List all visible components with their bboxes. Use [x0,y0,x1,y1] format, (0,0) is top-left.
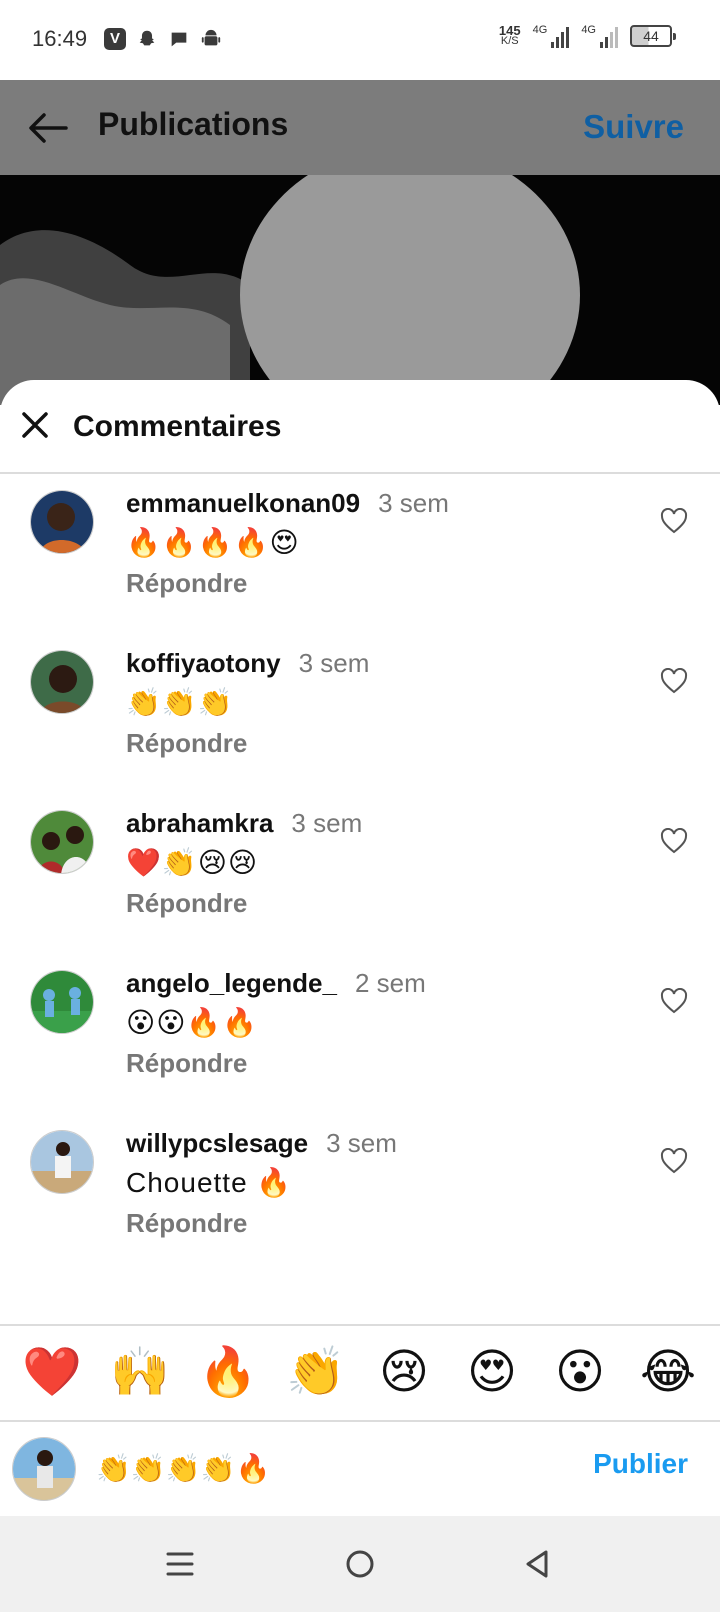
emoji-heart-eyes-button[interactable]: 😍 [460,1343,524,1403]
comment-username[interactable]: emmanuelkonan09 [126,488,360,518]
comment-item: willypcslesage 3 sem Chouette 🔥 Répondre [0,1128,720,1280]
comment-text: 🔥🔥🔥🔥😍 [126,527,300,558]
like-heart-icon[interactable] [660,1148,688,1174]
emoji-fire-button[interactable]: 🔥 [196,1343,260,1403]
battery-icon: 44 [630,25,676,47]
post-photo [0,175,720,405]
sheet-title: Commentaires [73,410,282,443]
avatar[interactable] [30,490,94,554]
back-triangle-icon[interactable] [518,1544,558,1584]
comment-time: 3 sem [291,808,363,838]
comment-input[interactable] [96,1444,566,1492]
sheet-header: Commentaires [0,380,720,474]
vimeo-icon: V [104,28,126,50]
back-arrow-icon[interactable] [24,104,72,152]
comment-text: Chouette 🔥 [126,1167,293,1198]
system-status: 145 K/S 4G 4G 44 [499,24,676,48]
emoji-surprised-button[interactable]: 😮 [548,1343,612,1403]
like-heart-icon[interactable] [660,988,688,1014]
comment-item: emmanuelkonan09 3 sem 🔥🔥🔥🔥😍 Répondre [0,488,720,640]
like-heart-icon[interactable] [660,668,688,694]
emoji-laughing-button[interactable]: 😂 [636,1343,700,1403]
emoji-clap-button[interactable]: 👏 [284,1343,348,1403]
close-icon[interactable] [20,410,50,440]
comment-text: 😮😮🔥🔥 [126,1007,259,1038]
status-bar: 16:49 V 145 K/S 4G 4G 44 [0,0,720,80]
system-navigation-bar [0,1516,720,1612]
avatar[interactable] [30,650,94,714]
menu-icon[interactable] [160,1544,200,1584]
comment-time: 3 sem [326,1128,397,1158]
chat-icon [171,32,187,47]
app-header: Publications Suivre [0,80,720,175]
follow-button[interactable]: Suivre [583,108,684,146]
reply-button[interactable]: Répondre [126,1208,247,1239]
network-label-1: 4G [532,24,548,36]
snapchat-icon [139,30,155,46]
comment-username[interactable]: angelo_legende_ [126,968,337,998]
notification-icons: V [104,28,222,50]
speed-unit: K/S [500,35,519,47]
publish-button[interactable]: Publier [593,1448,688,1480]
status-time: 16:49 [32,26,88,51]
avatar[interactable] [30,810,94,874]
comment-composer: Publier [0,1422,720,1516]
reply-button[interactable]: Répondre [126,728,247,759]
comment-item: abrahamkra 3 sem ❤️👏😢😢 Répondre [0,808,720,960]
reply-button[interactable]: Répondre [126,568,247,599]
comment-item: angelo_legende_ 2 sem 😮😮🔥🔥 Répondre [0,968,720,1120]
emoji-sad-button[interactable]: 😢 [372,1343,436,1403]
reply-button[interactable]: Répondre [126,888,247,919]
comment-time: 3 sem [298,648,370,678]
avatar[interactable] [30,970,94,1034]
page-title: Publications [98,106,289,142]
network-label-2: 4G [581,24,596,36]
like-heart-icon[interactable] [660,828,688,854]
emoji-heart-button[interactable]: ❤️ [20,1343,84,1403]
signal-1-icon: 4G [533,24,570,48]
comment-username[interactable]: abrahamkra [126,808,273,838]
reply-button[interactable]: Répondre [126,1048,247,1079]
android-icon [201,29,221,46]
avatar[interactable] [30,1130,94,1194]
comment-item: koffiyaotony 3 sem 👏👏👏 Répondre [0,648,720,800]
comment-time: 3 sem [378,488,449,518]
comment-username[interactable]: willypcslesage [126,1128,308,1158]
my-avatar [12,1437,76,1501]
comment-username[interactable]: koffiyaotony [126,648,281,678]
comment-time: 2 sem [354,968,426,998]
comment-text: ❤️👏😢😢 [126,847,259,878]
like-heart-icon[interactable] [660,508,688,534]
post-image [0,175,720,405]
emoji-quick-bar: ❤️ 🙌 🔥 👏 😢 😍 😮 😂 [0,1324,720,1422]
comment-text: 👏👏👏 [126,687,234,718]
signal-2-icon: 4G [581,24,618,48]
home-icon[interactable] [340,1544,380,1584]
network-speed: 145 K/S [499,24,521,47]
emoji-raised-hands-button[interactable]: 🙌 [108,1343,172,1403]
